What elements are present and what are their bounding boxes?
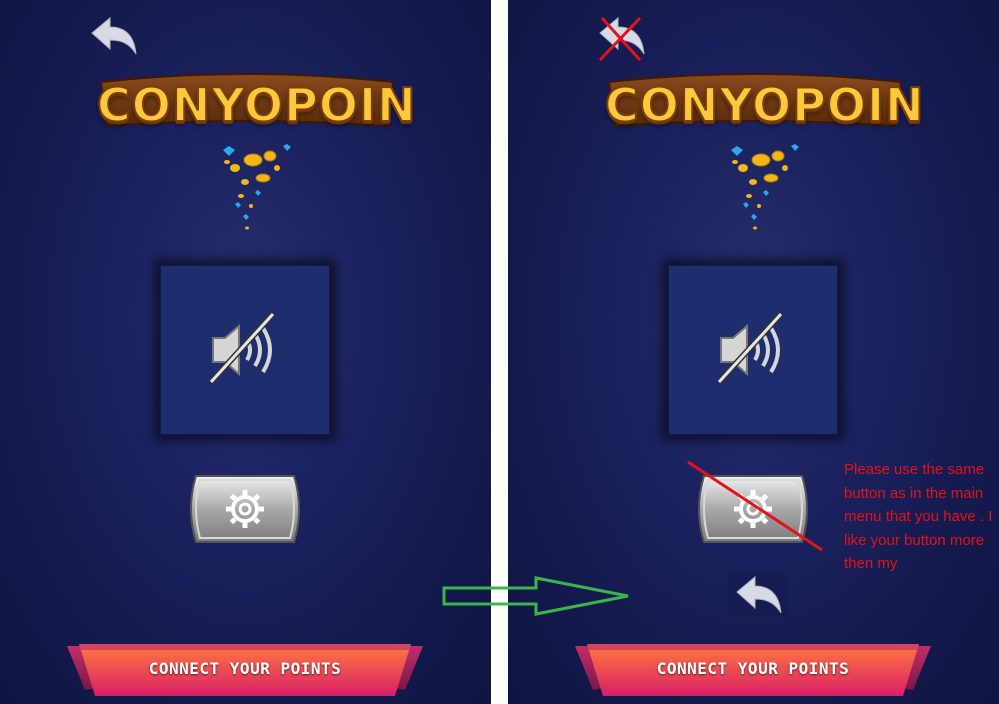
back-button-small[interactable]	[729, 573, 787, 617]
coins-gems-icon	[223, 144, 291, 230]
connect-points-button[interactable]: CONNECT YOUR POINTS	[65, 640, 425, 698]
settings-button[interactable]	[186, 470, 304, 548]
back-arrow-icon	[91, 16, 137, 55]
settings-strike-line	[687, 460, 823, 552]
logo-title: CONYOPOIN	[96, 77, 417, 133]
annotation-note: Please use the same button as in the mai…	[844, 461, 993, 572]
back-arrow-icon	[736, 575, 782, 614]
logo-title: CONYOPOIN	[604, 77, 925, 133]
sound-muted-icon	[208, 311, 276, 385]
coins-gems-icon	[731, 144, 799, 230]
red-cross-mark	[598, 16, 642, 62]
connect-points-label: CONNECT YOUR POINTS	[148, 659, 342, 678]
game-logo: CONYOPOIN	[604, 72, 925, 134]
back-button[interactable]	[88, 16, 140, 58]
connect-points-button[interactable]: CONNECT YOUR POINTS	[573, 640, 933, 698]
back-button-crossed[interactable]	[596, 16, 648, 62]
settings-plate	[190, 475, 300, 543]
sound-toggle-button[interactable]	[160, 265, 330, 435]
connect-points-label: CONNECT YOUR POINTS	[656, 659, 850, 678]
sound-toggle-button[interactable]	[668, 265, 838, 435]
green-arrow	[442, 576, 629, 616]
screen-before: CONYOPOIN CONNECT YOUR POINTS	[0, 0, 491, 704]
game-logo: CONYOPOIN	[96, 72, 417, 134]
sound-muted-icon	[716, 311, 784, 385]
